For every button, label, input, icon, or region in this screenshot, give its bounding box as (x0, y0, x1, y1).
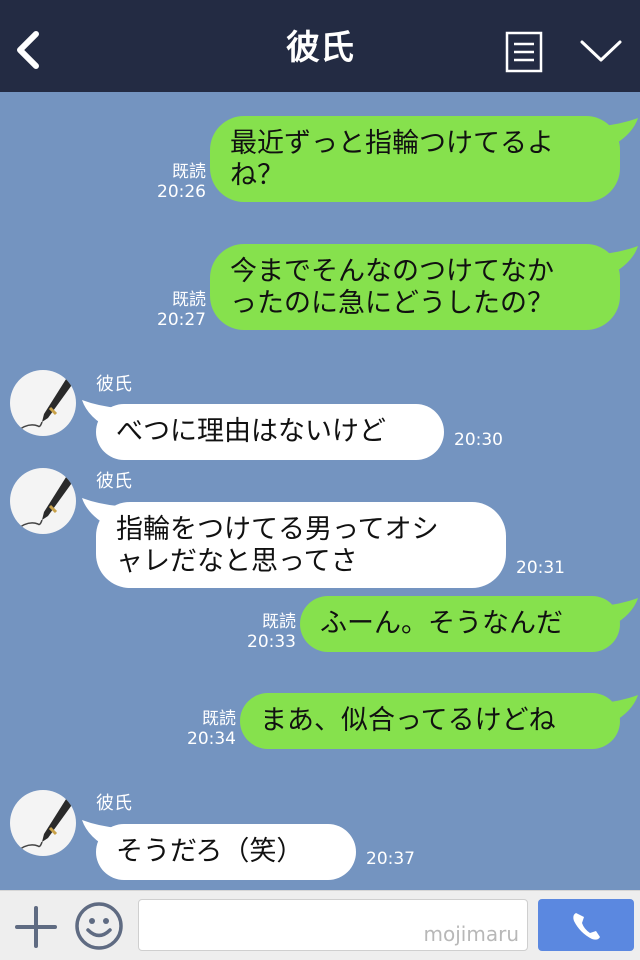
message-bubble-incoming[interactable]: そうだろ（笑） (96, 824, 356, 880)
message-line: 最近ずっと指輪つけてるよ (230, 128, 554, 159)
read-receipt: 既読 20:34 (180, 709, 236, 749)
message-time: 20:26 (157, 182, 206, 202)
message-line: 今までそんなのつけてなか (230, 256, 554, 287)
message-time: 20:30 (454, 430, 503, 450)
message-line: 指輪をつけてる男ってオシ (116, 514, 439, 545)
back-button[interactable] (10, 28, 50, 72)
message-time: 20:27 (157, 310, 206, 330)
read-receipt: 既読 20:33 (240, 612, 296, 652)
smiley-icon (75, 902, 123, 950)
message-line: そうだろ（笑） (116, 836, 304, 867)
message-bubble-incoming[interactable]: 指輪をつけてる男ってオシ ャレだなと思ってさ (96, 502, 506, 588)
header-bar: 彼氏 (0, 0, 640, 92)
chevron-left-icon (17, 31, 39, 69)
message-time: 20:33 (247, 632, 296, 652)
message-line: まあ、似合ってるけどね (260, 705, 556, 736)
message-line: ったのに急にどうしたの？ (230, 288, 554, 319)
message-line: べつに理由はないけど (116, 416, 386, 447)
sender-name: 彼氏 (96, 793, 132, 814)
read-receipt: 既読 20:26 (150, 162, 206, 202)
menu-button[interactable] (504, 30, 544, 74)
add-button[interactable] (14, 905, 58, 949)
watermark-text: mojimaru (423, 922, 519, 946)
message-bubble-outgoing[interactable]: まあ、似合ってるけどね (240, 693, 620, 749)
read-receipt: 既読 20:27 (150, 290, 206, 330)
menu-list-icon (505, 31, 543, 73)
message-input[interactable]: mojimaru (138, 899, 528, 951)
chat-title: 彼氏 (286, 28, 354, 68)
message-bubble-incoming[interactable]: べつに理由はないけど (96, 404, 444, 460)
message-line: ャレだなと思ってさ (116, 546, 358, 577)
message-line: ふーん。そうなんだ (320, 608, 563, 639)
plus-icon (15, 906, 57, 948)
call-button[interactable] (538, 899, 634, 951)
avatar[interactable] (10, 790, 76, 856)
sender-name: 彼氏 (96, 374, 132, 395)
input-bar: mojimaru (0, 890, 640, 960)
phone-icon (573, 913, 600, 940)
message-bubble-outgoing[interactable]: 最近ずっと指輪つけてるよ ね？ (210, 116, 620, 202)
collapse-button[interactable] (578, 36, 624, 66)
fountain-pen-icon (15, 796, 74, 853)
chevron-down-icon (580, 40, 622, 62)
fountain-pen-icon (15, 474, 74, 531)
sender-name: 彼氏 (96, 471, 132, 492)
message-line: ね？ (230, 160, 284, 191)
chat-screen: 彼氏 既読 20:26 最近ずっと指輪つけてるよ ね？ 既読 20:27 今まで… (0, 0, 640, 960)
message-time: 20:31 (516, 558, 565, 578)
emoji-button[interactable] (74, 901, 124, 951)
message-time: 20:34 (187, 729, 236, 749)
avatar[interactable] (10, 370, 76, 436)
fountain-pen-icon (15, 376, 74, 433)
message-bubble-outgoing[interactable]: ふーん。そうなんだ (300, 596, 620, 652)
avatar[interactable] (10, 468, 76, 534)
message-bubble-outgoing[interactable]: 今までそんなのつけてなか ったのに急にどうしたの？ (210, 244, 620, 330)
message-time: 20:37 (366, 849, 415, 869)
